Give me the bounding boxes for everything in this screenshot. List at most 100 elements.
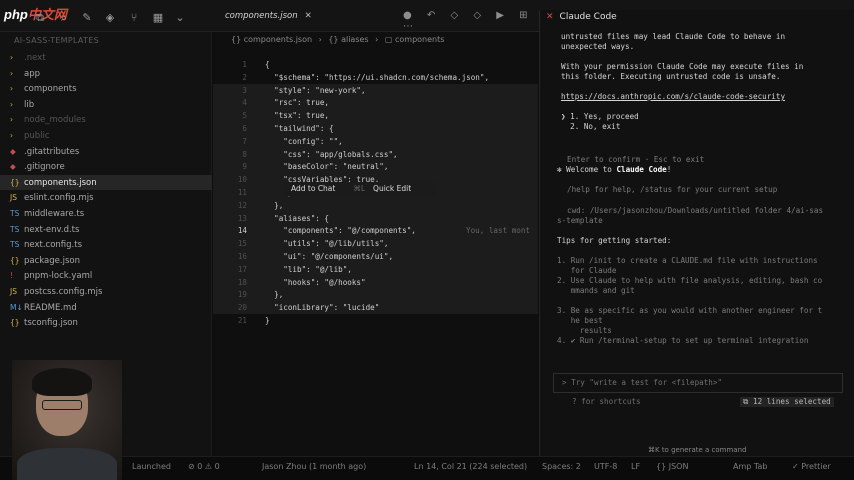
file-tree-item[interactable]: {} tsconfig.json (0, 315, 212, 330)
file-tree-label: .next (24, 53, 46, 63)
file-tree-label: next-env.d.ts (24, 224, 80, 235)
shortcuts-hint: ? for shortcuts (572, 397, 641, 406)
file-tree-label: components.json (24, 177, 97, 188)
prompt-input[interactable]: > Try "write a test for <filepath>" (553, 373, 843, 393)
code-line[interactable]: 12 }, (213, 198, 538, 212)
security-link[interactable]: https://docs.anthropic.com/s/claude-code… (561, 92, 785, 102)
code-line[interactable]: 15 "utils": "@/lib/utils", (213, 237, 538, 251)
line-number: 4 (242, 98, 247, 108)
code-text: }, (265, 290, 284, 300)
file-tree-item[interactable]: {} components.json (0, 174, 212, 190)
file-tree-item[interactable]: ◆ .gitignore (0, 159, 212, 174)
tip-line: 1. Run /init to create a CLAUDE.md file … (557, 256, 818, 265)
terminal-line[interactable]: 2. No, exit (561, 122, 620, 132)
add-to-chat-button[interactable]: Add to Chat (291, 184, 335, 193)
code-line[interactable]: 14 "components": "@/components", You, las… (213, 224, 538, 238)
prettier-status[interactable]: ✓ Prettier (792, 462, 831, 471)
claude-code-tab[interactable]: ✕ Claude Code (546, 12, 617, 22)
code-line[interactable]: 1{ (213, 58, 538, 71)
code-line[interactable]: 8 "css": "app/globals.css", (213, 147, 538, 161)
file-tree-item[interactable]: ◆ .gitattributes (0, 144, 212, 159)
tab-label: components.json (225, 11, 298, 21)
amp-tab-status[interactable]: Amp Tab (733, 462, 767, 471)
problems-count[interactable]: ⊘ 0 ⚠ 0 (188, 462, 220, 471)
generate-command-hint: ⌘K to generate a command (648, 446, 747, 454)
file-tree-item[interactable]: {} package.json (0, 253, 212, 268)
file-tree-label: node_modules (24, 115, 86, 126)
status-bar: Launched ⊘ 0 ⚠ 0 Jason Zhou (1 month ago… (0, 456, 854, 480)
source-control-icon[interactable]: ✎ (81, 12, 93, 24)
code-line[interactable]: 6 "tailwind": { (213, 122, 538, 135)
code-line[interactable]: 13 "aliases": { (213, 211, 538, 225)
breadcrumb-separator: › (375, 35, 379, 44)
copy-icon[interactable]: ⧉ (34, 12, 46, 24)
file-tree-label: middleware.ts (24, 209, 85, 219)
code-line[interactable]: 20 "iconLibrary": "lucide" (213, 301, 538, 315)
ts-icon: TS (10, 224, 20, 234)
file-tree-item[interactable]: › node_modules (0, 112, 212, 127)
file-tree-item[interactable]: ! pnpm-lock.yaml (0, 268, 212, 283)
close-icon[interactable]: ✕ (305, 11, 312, 21)
breadcrumb[interactable]: {} components.json › {} aliases › ▢ comp… (231, 35, 448, 44)
debug-icon[interactable]: ◈ (104, 12, 116, 24)
cursor-position[interactable]: Ln 14, Col 21 (224 selected) (414, 462, 527, 471)
shortcut-hint: ⌘L (353, 184, 366, 193)
line-ending[interactable]: LF (631, 462, 640, 471)
breadcrumb-components[interactable]: ▢ components (385, 35, 445, 44)
file-tree-item[interactable]: › .next (0, 50, 212, 65)
file-tree-item[interactable]: TS next.config.ts (0, 237, 212, 252)
line-number: 21 (237, 316, 247, 325)
extensions-icon[interactable]: ▦ (152, 12, 164, 24)
code-text: "style": "new-york", (265, 85, 366, 95)
breadcrumb-aliases[interactable]: {} aliases (328, 35, 368, 44)
code-line[interactable]: 4 "rsc": true, (213, 96, 538, 110)
editor-actions[interactable]: ● ↶ ◇ ◇ ▶ ⊞ ⋯ (403, 10, 538, 32)
code-line[interactable]: 3 "style": "new-york", (213, 83, 538, 97)
git-blame[interactable]: Jason Zhou (1 month ago) (262, 462, 366, 471)
code-line[interactable]: 19 }, (213, 288, 538, 302)
code-line[interactable]: 16 "ui": "@/components/ui", (213, 250, 538, 263)
selection-popup[interactable]: Add to Chat ⌘L Quick Edit (283, 182, 438, 196)
line-number: 5 (242, 111, 247, 121)
file-tree-item[interactable]: TS middleware.ts (0, 206, 212, 221)
code-editor[interactable]: components.json ✕ ● ↶ ◇ ◇ ▶ ⊞ ⋯ {} compon… (213, 10, 538, 456)
file-tree-item[interactable]: › app (0, 66, 212, 81)
file-tree-item[interactable]: › lib (0, 97, 212, 112)
branch-icon[interactable]: ⑂ (128, 12, 140, 24)
code-line[interactable]: 7 "config": "", (213, 134, 538, 148)
tip-line: for Claude (557, 266, 617, 275)
code-line[interactable]: 18 "hooks": "@/hooks" (213, 275, 538, 289)
chevron-down-icon[interactable]: ⌄ (174, 12, 186, 24)
file-tree-item[interactable]: › components (0, 81, 212, 96)
language-mode[interactable]: {} JSON (656, 462, 688, 471)
line-number: 18 (237, 277, 247, 287)
presenter-glasses (42, 400, 82, 410)
code-text: "$schema": "https://ui.shadcn.com/schema… (265, 72, 490, 82)
code-text: "iconLibrary": "lucide" (265, 303, 380, 313)
file-tree-item[interactable]: JS eslint.config.mjs (0, 190, 212, 205)
breadcrumb-file[interactable]: {} components.json (231, 35, 312, 44)
code-line[interactable]: 5 "tsx": true, (213, 109, 538, 123)
code-line[interactable]: 2 "$schema": "https://ui.shadcn.com/sche… (213, 71, 538, 84)
code-text: "utils": "@/lib/utils", (265, 239, 389, 249)
code-line[interactable]: 9 "baseColor": "neutral", (213, 160, 538, 174)
close-icon[interactable]: ✕ (546, 12, 554, 22)
encoding[interactable]: UTF-8 (594, 462, 617, 471)
quick-edit-button[interactable]: Quick Edit (373, 184, 411, 193)
code-line[interactable]: 21} (213, 314, 538, 327)
code-line[interactable]: 17 "lib": "@/lib", (213, 262, 538, 276)
line-number: 6 (242, 124, 247, 133)
search-icon[interactable]: ⌕ (58, 12, 70, 24)
file-tree-item[interactable]: › public (0, 128, 212, 143)
file-tree-item[interactable]: TS next-env.d.ts (0, 222, 212, 237)
launch-status[interactable]: Launched (132, 462, 171, 471)
file-tree-label: lib (24, 99, 35, 110)
editor-tab[interactable]: components.json ✕ (225, 7, 312, 25)
code-text: "hooks": "@/hooks" (265, 277, 366, 287)
tip-line: results (557, 326, 612, 335)
line-number: 13 (237, 213, 247, 223)
indent-setting[interactable]: Spaces: 2 (542, 462, 581, 471)
file-tree-item[interactable]: JS postcss.config.mjs (0, 284, 212, 299)
terminal-line[interactable]: ❯ 1. Yes, proceed (561, 112, 639, 122)
file-tree-item[interactable]: M↓README.md (0, 300, 212, 315)
